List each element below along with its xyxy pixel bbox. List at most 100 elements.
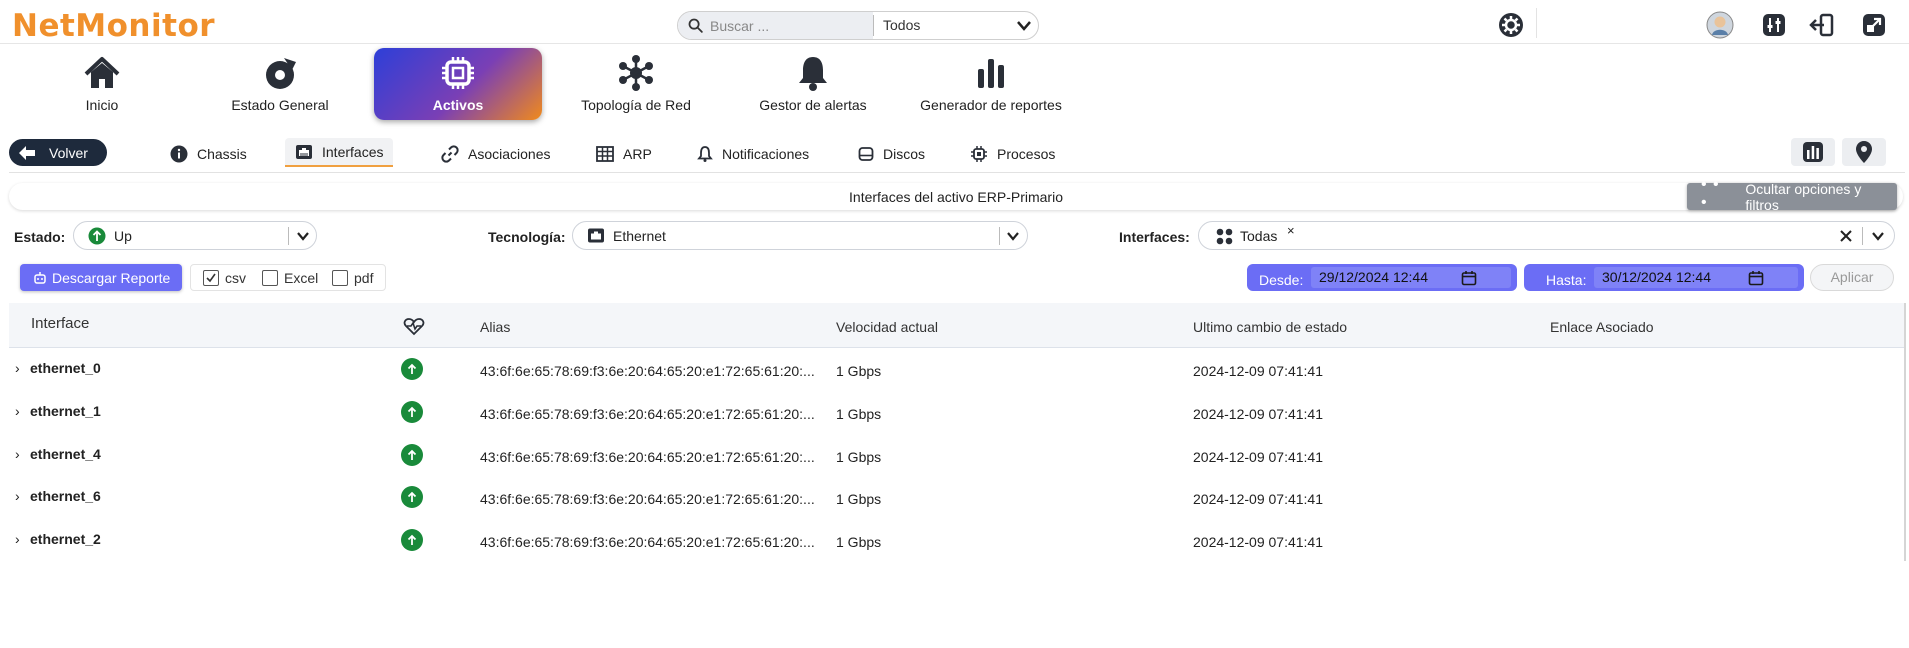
tecnologia-value: Ethernet (613, 228, 666, 244)
interface-name: ethernet_1 (30, 403, 101, 419)
excel-label: Excel (284, 270, 319, 286)
nav-generador-reportes[interactable]: Generador de reportes (907, 48, 1075, 120)
chevron-right-icon[interactable]: › (15, 446, 20, 462)
checkbox-icon (332, 270, 348, 286)
interfaces-table: Interface Alias Velocidad actual Ultimo … (9, 303, 1904, 561)
search-divider (873, 15, 874, 36)
vertical-scrollbar[interactable] (1904, 303, 1906, 561)
col-alias[interactable]: Alias (480, 319, 510, 335)
alias-cell: 43:6f:6e:65:78:69:f3:6e:20:64:65:20:e1:7… (480, 363, 815, 379)
tab-arp[interactable]: ARP (596, 141, 652, 167)
pdf-label: pdf (354, 270, 374, 286)
last-change-cell: 2024-12-09 07:41:41 (1193, 449, 1323, 465)
chevron-down-icon[interactable] (1006, 227, 1020, 245)
col-last-change[interactable]: Ultimo cambio de estado (1193, 319, 1347, 335)
table-icon (596, 146, 614, 162)
settings-gear-icon[interactable] (1497, 11, 1525, 39)
col-speed[interactable]: Velocidad actual (836, 319, 938, 335)
logout-icon[interactable] (1808, 11, 1836, 39)
chevron-right-icon[interactable]: › (15, 403, 20, 419)
table-row[interactable]: › ethernet_2 43:6f:6e:65:78:69:f3:6e:20:… (9, 520, 1904, 563)
user-avatar[interactable] (1706, 11, 1734, 39)
app-logo[interactable]: NetMonitor (12, 8, 215, 44)
chevron-down-icon[interactable] (1871, 227, 1885, 245)
chip-icon (442, 57, 474, 89)
interface-name: ethernet_6 (30, 488, 101, 504)
heart-pulse-icon[interactable] (403, 318, 425, 336)
clear-icon[interactable] (1839, 229, 1853, 243)
csv-checkbox[interactable]: csv (203, 270, 246, 286)
stats-view-button[interactable] (1791, 138, 1835, 166)
speed-cell: 1 Gbps (836, 449, 882, 465)
tab-chassis[interactable]: Chassis (170, 141, 247, 167)
interfaces-label: Interfaces: (1119, 229, 1190, 245)
status-up-icon (401, 358, 423, 380)
remove-chip-button[interactable]: × (1287, 223, 1295, 238)
global-search: Todos (677, 11, 1039, 40)
chevron-down-icon[interactable] (296, 227, 310, 245)
table-row[interactable]: › ethernet_4 43:6f:6e:65:78:69:f3:6e:20:… (9, 435, 1904, 478)
nav-label-generador-reportes: Generador de reportes (920, 97, 1062, 113)
location-button[interactable] (1842, 138, 1886, 166)
tab-interfaces[interactable]: Interfaces (285, 138, 394, 167)
chevron-right-icon[interactable]: › (15, 488, 20, 504)
sliders-icon[interactable] (1760, 11, 1788, 39)
interface-name: ethernet_2 (30, 531, 101, 547)
download-report-label: Descargar Reporte (52, 269, 171, 286)
back-button-label: Volver (49, 144, 88, 161)
status-up-icon (401, 401, 423, 423)
table-row[interactable]: › ethernet_1 43:6f:6e:65:78:69:f3:6e:20:… (9, 392, 1904, 435)
map-pin-icon (1856, 141, 1872, 163)
tab-asociaciones[interactable]: Asociaciones (441, 141, 551, 167)
col-link[interactable]: Enlace Asociado (1550, 319, 1654, 335)
alias-cell: 43:6f:6e:65:78:69:f3:6e:20:64:65:20:e1:7… (480, 534, 815, 550)
hide-options-label: Ocultar opciones y filtros (1745, 180, 1862, 213)
status-up-icon (401, 529, 423, 551)
nav-inicio[interactable]: Inicio (18, 48, 186, 120)
bell-icon (799, 57, 827, 91)
robot-icon (34, 271, 46, 284)
pdf-checkbox[interactable]: pdf (332, 270, 373, 286)
hasta-input[interactable]: 30/12/2024 12:44 (1594, 267, 1798, 288)
table-row[interactable]: › ethernet_0 43:6f:6e:65:78:69:f3:6e:20:… (9, 349, 1904, 392)
tecnologia-select[interactable]: Ethernet (572, 221, 1028, 250)
speed-cell: 1 Gbps (836, 406, 882, 422)
nav-topologia[interactable]: Topología de Red (552, 48, 720, 120)
panel-title: Interfaces del activo ERP-Primario (849, 189, 1063, 205)
calendar-icon[interactable] (1748, 270, 1764, 286)
last-change-cell: 2024-12-09 07:41:41 (1193, 491, 1323, 507)
tab-label: Chassis (197, 146, 247, 162)
nav-activos[interactable]: Activos (374, 48, 542, 120)
alias-cell: 43:6f:6e:65:78:69:f3:6e:20:64:65:20:e1:7… (480, 491, 815, 507)
search-input[interactable] (710, 16, 865, 36)
table-row[interactable]: › ethernet_6 43:6f:6e:65:78:69:f3:6e:20:… (9, 477, 1904, 520)
arrow-up-circle-icon (88, 227, 106, 245)
tab-discos[interactable]: Discos (858, 141, 925, 167)
nav-estado-general[interactable]: Estado General (196, 48, 364, 120)
calendar-icon[interactable] (1461, 270, 1477, 286)
bell-outline-icon (697, 146, 713, 162)
nav-label-gestor-alertas: Gestor de alertas (759, 97, 867, 113)
chevron-right-icon[interactable]: › (15, 531, 20, 547)
tab-procesos[interactable]: Procesos (970, 141, 1055, 167)
network-port-icon (588, 228, 604, 243)
interfaces-select[interactable]: Todas × (1198, 221, 1895, 250)
expand-window-icon[interactable] (1860, 11, 1888, 39)
tab-notificaciones[interactable]: Notificaciones (697, 141, 809, 167)
bar-chart-square-icon (1803, 142, 1823, 162)
estado-select[interactable]: Up (73, 221, 317, 250)
download-report-button[interactable]: Descargar Reporte (20, 264, 182, 291)
col-interface[interactable]: Interface (31, 315, 89, 332)
hide-options-button[interactable]: • • • Ocultar opciones y filtros (1687, 176, 1897, 213)
chevron-right-icon[interactable]: › (15, 360, 20, 376)
apply-button[interactable]: Aplicar (1810, 264, 1894, 291)
search-scope-select[interactable]: Todos (883, 17, 920, 33)
desde-input[interactable]: 29/12/2024 12:44 (1311, 267, 1511, 288)
back-button[interactable]: Volver (9, 139, 107, 166)
chevron-down-icon[interactable] (1016, 19, 1032, 33)
nav-gestor-alertas[interactable]: Gestor de alertas (729, 48, 897, 120)
nav-label-inicio: Inicio (85, 97, 119, 113)
excel-checkbox[interactable]: Excel (262, 270, 318, 286)
status-up-icon (401, 486, 423, 508)
tecnologia-label: Tecnología: (488, 229, 566, 245)
